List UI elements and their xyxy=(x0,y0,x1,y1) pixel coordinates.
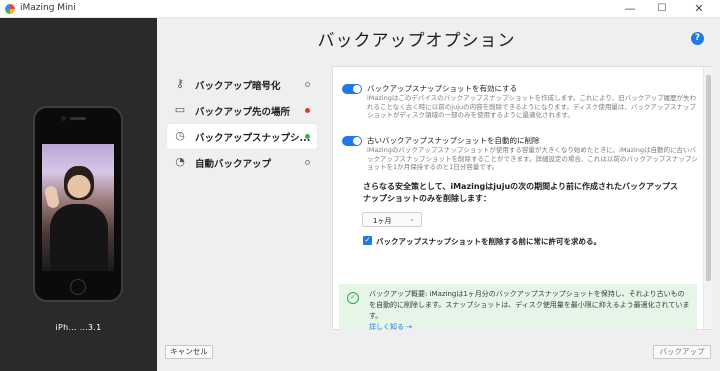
backup-summary: ✓ バックアップ概要: iMazingは1ヶ月分のバックアップスナップショットを… xyxy=(339,284,697,332)
cancel-button[interactable]: キャンセル xyxy=(165,345,213,359)
card-scrollbar[interactable] xyxy=(703,67,712,329)
title-bar: iMazing Mini — ☐ ✕ xyxy=(0,0,720,18)
confirm-delete-checkbox[interactable]: ✓ xyxy=(363,236,372,245)
maximize-icon[interactable]: ☐ xyxy=(647,1,677,17)
auto-delete-toggle[interactable] xyxy=(342,136,362,146)
checkmark-circle-icon: ✓ xyxy=(347,292,359,304)
retention-text: さらなる安全策として、iMazingはjujuの次の期間より前に作成されたバック… xyxy=(363,182,678,203)
status-dot xyxy=(305,108,310,113)
folder-icon: ▭ xyxy=(174,103,186,116)
snapshots-toggle-label: バックアップスナップショットを有効にする xyxy=(367,84,518,93)
phone-image xyxy=(33,106,123,302)
phone-speaker xyxy=(70,117,86,120)
auto-delete-description: iMazingのバックアップスナップショットが使用する容量が大きくなり始めたとき… xyxy=(367,146,698,171)
backup-button[interactable]: バックアップ xyxy=(653,345,711,359)
phone-camera xyxy=(61,116,66,121)
nav-item-location[interactable]: ▭ バックアップ先の場所 xyxy=(167,98,317,123)
status-dot xyxy=(305,160,310,165)
snapshots-description: iMazingはこのデバイスのバックアップスナップショットを作成します。これによ… xyxy=(367,94,697,119)
wallpaper-hand xyxy=(43,184,61,210)
clock-icon: ◔ xyxy=(175,155,185,168)
nav-item-label: 自動バックアップ xyxy=(195,159,272,170)
auto-delete-toggle-label: 古いバックアップスナップショットを自動的に削除 xyxy=(367,136,540,145)
options-nav: ⚷ バックアップ暗号化 ▭ バックアップ先の場所 ◷ バックアップスナップシ..… xyxy=(167,72,317,176)
main-area: バックアップオプション ? ⚷ バックアップ暗号化 ▭ バックアップ先の場所 ◷… xyxy=(157,18,720,371)
help-icon[interactable]: ? xyxy=(691,32,704,45)
snapshots-toggle[interactable] xyxy=(342,84,362,94)
nav-item-label: バックアップ暗号化 xyxy=(195,81,281,92)
device-panel: iPh… …3.1 xyxy=(0,18,157,371)
status-dot xyxy=(305,134,310,139)
minimize-icon[interactable]: — xyxy=(615,1,645,17)
snapshot-clock-icon: ◷ xyxy=(175,129,185,142)
close-icon[interactable]: ✕ xyxy=(684,1,714,17)
window-title: iMazing Mini xyxy=(20,3,76,13)
wallpaper-person-body xyxy=(50,204,108,271)
imazing-logo-icon xyxy=(5,4,15,14)
status-dot xyxy=(305,82,310,87)
nav-item-auto-backup[interactable]: ◔ 自動バックアップ xyxy=(167,150,317,175)
retention-period-select[interactable]: 1ヶ月 ⌄ xyxy=(362,212,422,227)
nav-item-snapshots[interactable]: ◷ バックアップスナップシ... xyxy=(167,124,317,149)
learn-more-link[interactable]: 詳しく知る → xyxy=(369,322,412,332)
retention-period-value: 1ヶ月 xyxy=(373,217,392,225)
page-title: バックアップオプション xyxy=(317,31,516,51)
wallpaper-person-head xyxy=(64,166,94,200)
chevron-down-icon: ⌄ xyxy=(409,215,415,223)
nav-item-label: バックアップスナップシ... xyxy=(195,133,311,144)
confirm-delete-label: バックアップスナップショットを削除する前に常に許可を求める。 xyxy=(376,237,601,246)
nav-item-encryption[interactable]: ⚷ バックアップ暗号化 xyxy=(167,72,317,97)
summary-text: バックアップ概要: iMazingは1ヶ月分のバックアップスナップショットを保持… xyxy=(369,290,690,320)
options-card: バックアップスナップショットを有効にする iMazingはこのデバイスのバックア… xyxy=(332,66,712,332)
scrollbar-thumb[interactable] xyxy=(706,75,711,281)
nav-item-label: バックアップ先の場所 xyxy=(195,107,291,118)
phone-wallpaper xyxy=(42,144,114,271)
phone-home-button xyxy=(70,279,86,295)
device-name: iPh… …3.1 xyxy=(55,323,102,332)
key-icon: ⚷ xyxy=(175,77,185,90)
